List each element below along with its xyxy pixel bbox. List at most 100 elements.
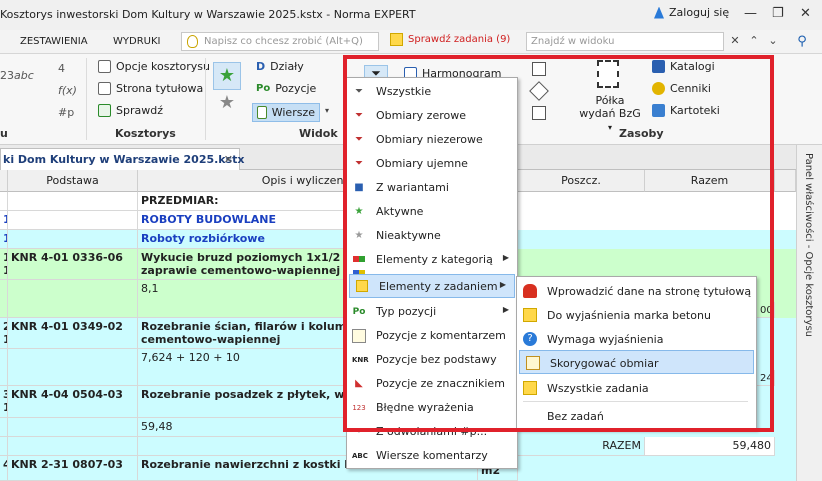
check-icon [98,104,111,117]
group-label-zasoby: Zasoby [619,127,664,140]
close-tab-icon[interactable]: ✕ [224,153,233,166]
funnel-icon: ⏷ [355,86,363,97]
find-in-view-input[interactable]: Znajdź w widoku [526,32,724,51]
task-all-tasks[interactable]: Wszystkie zadania [517,376,756,400]
col-header-lp[interactable] [0,170,8,192]
formula-icon[interactable]: f(x) [58,84,77,97]
document-tab[interactable]: ki Dom Kultury w Warszawie 2025.kstx ✕ [0,148,245,170]
comment-icon [352,329,366,343]
shelf-icon [597,60,619,88]
login-label: Zaloguj się [669,6,730,19]
sections-d-icon: D [256,60,266,73]
cards-icon [652,104,665,117]
menu-wydruki[interactable]: WYDRUKI [113,36,160,47]
filter-zero-quantities[interactable]: ⏷ Obmiary zerowe [347,104,517,128]
reference-icon[interactable]: #p [58,106,74,119]
chevron-down-icon[interactable]: ▾ [325,106,329,115]
filter-nonzero-quantities[interactable]: ⏷ Obmiary niezerowe [347,128,517,152]
task-concrete-grade[interactable]: Do wyjaśnienia marka betonu [517,303,756,327]
col-header-poszcz[interactable]: Poszcz. [518,170,645,192]
sections-button[interactable]: D Działy [256,60,304,73]
grid-icon[interactable] [532,106,546,120]
filter-with-comment[interactable]: Pozycje z komentarzem [347,324,517,348]
col-header-razem[interactable]: Razem [645,170,775,192]
positions-po-icon: Po [256,83,271,94]
lightbulb-icon [187,35,198,48]
group-label-partial: u [0,127,8,140]
funnel-star-icon: ★ [354,206,364,217]
group-label-widok: Widok [299,127,338,140]
check-tasks-label: Sprawdź zadania (9) [408,34,511,45]
submenu-arrow-icon: ▶ [502,305,509,314]
diamond-icon[interactable] [529,81,549,101]
row-filter-menu: ⏷ Wszystkie ⏷ Obmiary zerowe ⏷ Obmiary niez… [346,77,518,469]
minimize-button[interactable]: — [744,6,757,21]
help-search-input[interactable]: Napisz co chcesz zrobić (Alt+Q) [181,32,379,51]
maximize-button[interactable]: ❐ [772,6,784,21]
reference-icon: ⏷ [355,426,363,437]
variants-icon: ■ [354,182,364,193]
check-tasks-button[interactable]: Sprawdź zadania (9) [390,33,510,46]
binoculars-icon[interactable]: ⚲ [794,34,810,50]
filter-without-basis[interactable]: KNR Pozycje bez podstawy [347,348,517,372]
filter-comment-rows[interactable]: ABC Wiersze komentarzy [347,444,517,468]
ribbon-separator [86,58,87,140]
clear-search-icon[interactable]: ✕ [727,34,743,50]
coin-icon [652,82,665,95]
menu-bar: ZESTAWIENIA WYDRUKI Napisz co chcesz zro… [0,30,822,54]
task-enter-title-page-data[interactable]: Wprowadzić dane na stronę tytułową [517,279,756,303]
close-window-button[interactable]: ✕ [800,6,811,21]
filter-with-category[interactable]: Elementy z kategorią ▶ [347,248,517,276]
error-expression-icon: 123 [352,404,366,412]
yellow-note-icon [523,308,537,322]
task-correct-quantity[interactable]: Skorygować obmiar [519,350,754,374]
filter-inactive[interactable]: ★ Nieaktywne [347,224,517,248]
group-label-kosztorys: Kosztorys [115,127,176,140]
funnel-zero-icon: ⏷ [355,110,363,121]
task-needs-clarification[interactable]: ? Wymaga wyjaśnienia [517,327,756,351]
filter-negative-quantities[interactable]: ⏷ Obmiary ujemne [347,152,517,176]
document-tab-title: ki Dom Kultury w Warszawie 2025.kstx [3,153,245,166]
books-icon [652,60,665,73]
active-filter-star-icon[interactable]: ★ [213,62,241,90]
price-lists-button[interactable]: Cenniki [652,82,711,95]
menu-zestawienia[interactable]: ZESTAWIENIA [20,36,88,47]
filter-all[interactable]: ⏷ Wszystkie [347,80,517,104]
find-previous-icon[interactable]: ⌃ [746,34,762,50]
window-title: Kosztorys inwestorski Dom Kultury w Wars… [0,8,416,21]
col-header-podstawa[interactable]: Podstawa [8,170,138,192]
col-header-extra [775,170,796,192]
cost-estimate-options-button[interactable]: Opcje kosztorysu [98,60,210,73]
filter-with-references[interactable]: ⏷ Z odwołaniami #p... [347,420,517,444]
filter-with-variants[interactable]: ■ Z wariantami [347,176,517,200]
properties-panel-collapsed[interactable]: Panel właściwości - Opcje kosztorysu [796,145,822,481]
task-filter-submenu: Wprowadzić dane na stronę tytułową Do wy… [516,276,757,430]
calculator-icon[interactable] [532,62,546,76]
task-no-tasks[interactable]: Bez zadań [517,404,756,428]
filter-with-task[interactable]: Elementy z zadaniem ▶ [349,274,515,298]
login-icon [654,6,664,19]
check-button[interactable]: Sprawdź [98,104,163,117]
catalogs-button[interactable]: Katalogi [652,60,715,73]
title-page-button[interactable]: Strona tytułowa [98,82,203,95]
abc-icon[interactable]: abc [14,69,34,82]
task-note-icon [355,280,369,294]
yellow-note-icon [523,381,537,395]
rows-button[interactable]: Wiersze [252,103,320,122]
menu-separator [523,401,748,402]
abc-comment-icon: ABC [352,452,368,460]
filter-invalid-expressions[interactable]: 123 Błędne wyrażenia [347,396,517,420]
positions-button[interactable]: Po Pozycje [256,82,316,95]
funnel-nonzero-icon: ⏷ [355,134,363,145]
partial-number-icon[interactable]: 23 [0,69,14,82]
grey-star-icon[interactable]: ★ [213,92,241,116]
funnel-negative-icon: ⏷ [355,158,363,169]
login-link[interactable]: Zaloguj się [654,6,729,19]
index-cards-button[interactable]: Kartoteki [652,104,720,117]
find-next-icon[interactable]: ⌄ [765,34,781,50]
submenu-arrow-icon: ▶ [499,280,506,289]
filter-active[interactable]: ★ Aktywne [347,200,517,224]
numbering-icon[interactable]: 4 [58,62,65,75]
filter-with-marker[interactable]: ◣ Pozycje ze znacznikiem [347,372,517,396]
filter-position-type[interactable]: Po Typ pozycji ▶ [347,300,517,324]
